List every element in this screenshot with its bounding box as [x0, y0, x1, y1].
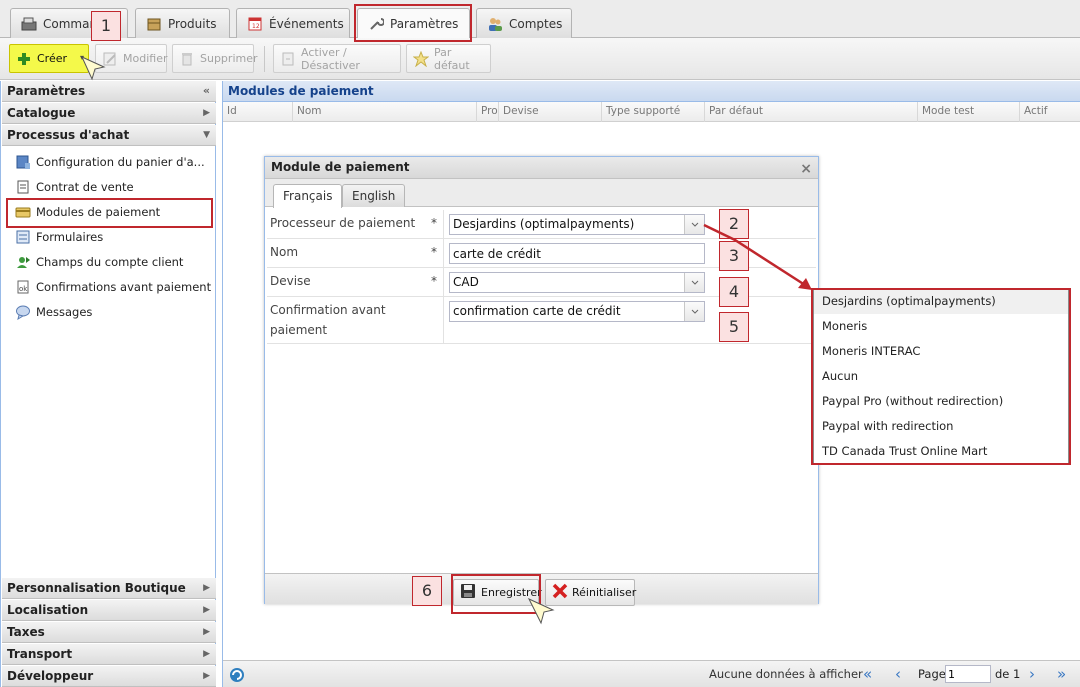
- annotation-arrow: [703, 223, 812, 290]
- mouse-cursor-icon: [527, 597, 555, 625]
- mouse-cursor-icon: [80, 55, 106, 81]
